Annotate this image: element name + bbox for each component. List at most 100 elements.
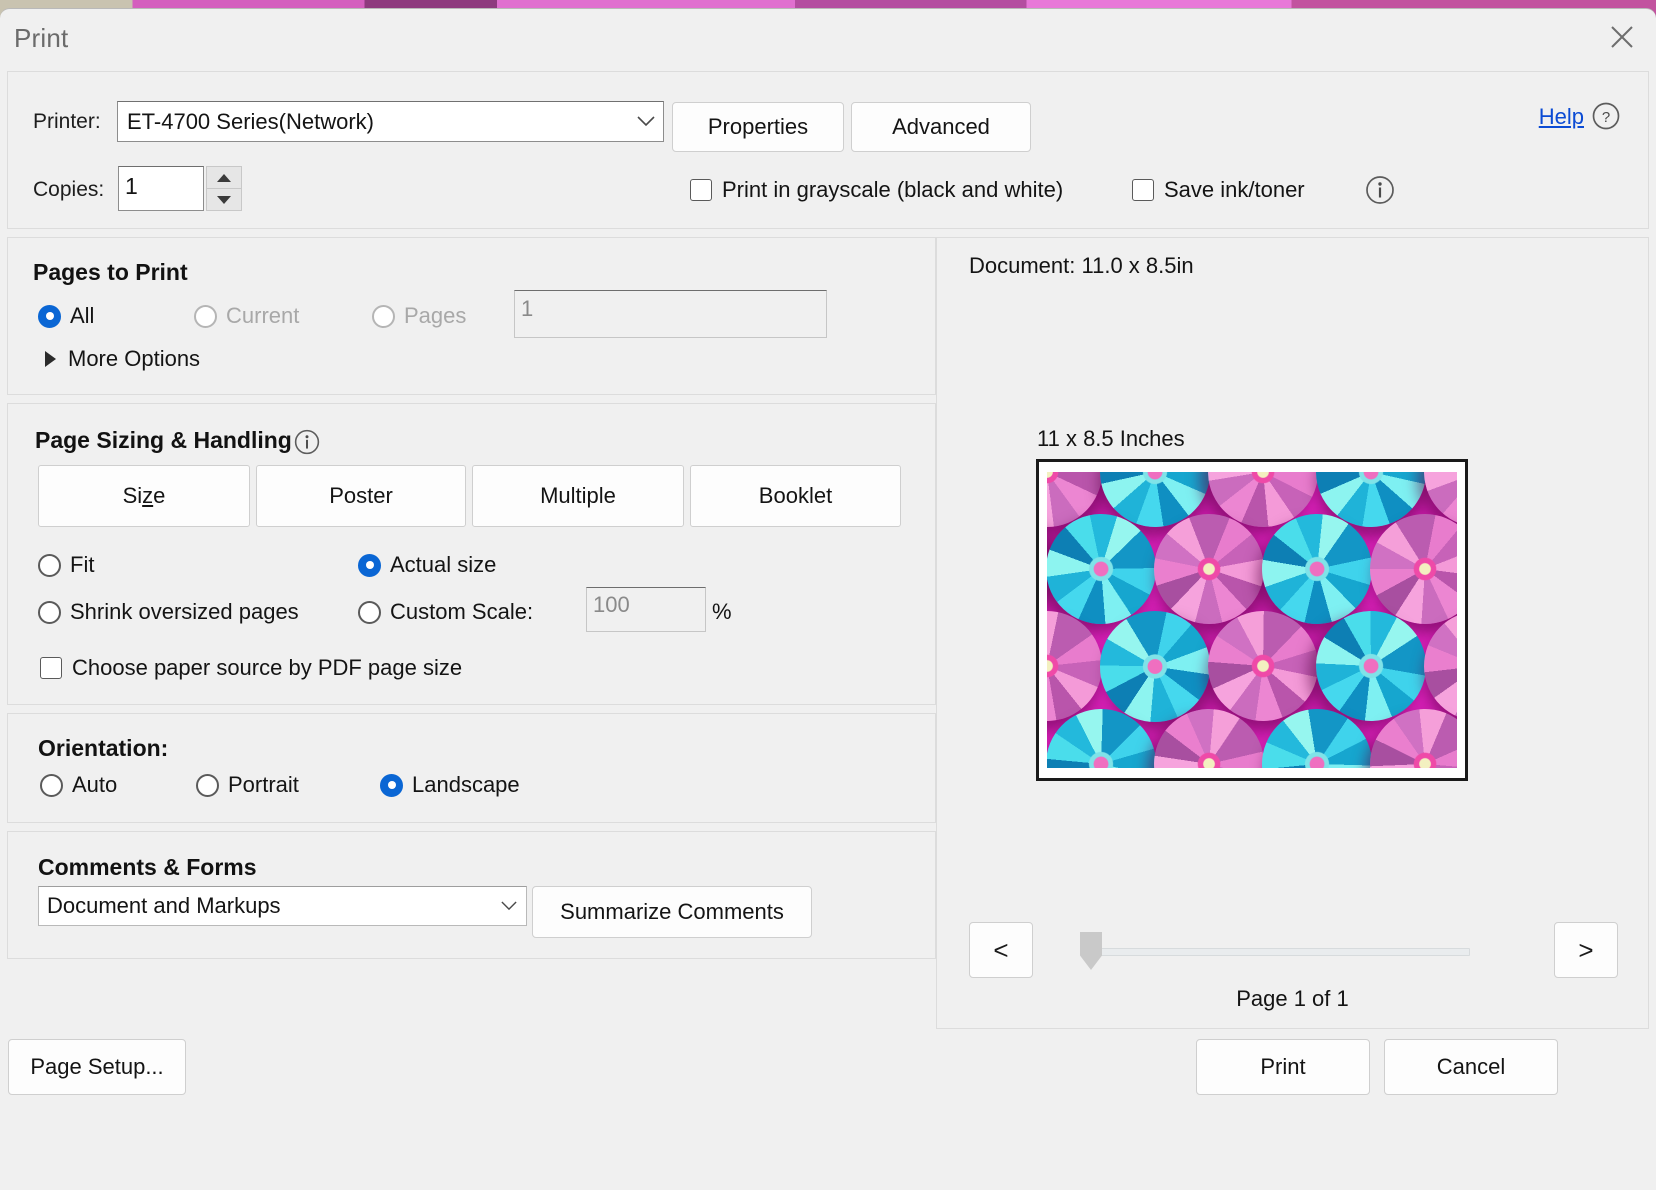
radio-fit[interactable]: Fit <box>38 552 94 578</box>
radio-orientation-landscape[interactable]: Landscape <box>380 772 520 798</box>
paper-source-label: Choose paper source by PDF page size <box>72 655 462 681</box>
poster-tab-button[interactable]: Poster <box>256 465 466 527</box>
radio-pages-all-label: All <box>70 303 94 329</box>
summarize-comments-button[interactable]: Summarize Comments <box>532 886 812 938</box>
page-indicator: Page 1 of 1 <box>937 986 1648 1012</box>
radio-custom-scale-label: Custom Scale: <box>390 599 533 625</box>
radio-auto-label: Auto <box>72 772 117 798</box>
chevron-down-icon <box>492 901 526 911</box>
grayscale-label: Print in grayscale (black and white) <box>722 177 1063 203</box>
radio-mark <box>40 774 63 797</box>
preview-paper <box>1036 459 1468 781</box>
more-options-toggle[interactable]: More Options <box>45 346 200 372</box>
more-options-label: More Options <box>68 346 200 372</box>
custom-scale-value: 100 <box>587 588 705 618</box>
triangle-down-icon[interactable] <box>206 188 242 211</box>
info-circle-icon[interactable] <box>293 428 321 461</box>
cyan-flower <box>1314 610 1428 724</box>
sheet-size-label: 11 x 8.5 Inches <box>1037 426 1185 452</box>
svg-text:?: ? <box>1602 109 1610 126</box>
preview-artwork <box>1047 472 1457 768</box>
advanced-button[interactable]: Advanced <box>851 102 1031 152</box>
page-slider[interactable] <box>1082 948 1470 956</box>
pages-to-print-title: Pages to Print <box>33 259 188 286</box>
help-link[interactable]: Help <box>1539 104 1584 130</box>
question-mark-circle-icon[interactable]: ? <box>1591 101 1621 136</box>
custom-scale-input[interactable]: 100 <box>586 587 706 632</box>
document-size-label: Document: 11.0 x 8.5in <box>969 253 1194 279</box>
cancel-button[interactable]: Cancel <box>1384 1039 1558 1095</box>
radio-mark <box>196 774 219 797</box>
chevron-right-icon[interactable]: > <box>1554 922 1618 978</box>
save-ink-label: Save ink/toner <box>1164 177 1305 203</box>
checkbox-box <box>690 179 712 201</box>
grayscale-checkbox[interactable]: Print in grayscale (black and white) <box>690 177 1063 203</box>
print-button[interactable]: Print <box>1196 1039 1370 1095</box>
orientation-panel <box>7 713 936 823</box>
printer-label: Printer: <box>33 110 101 134</box>
radio-mark <box>372 305 395 328</box>
triangle-up-icon[interactable] <box>206 166 242 188</box>
comments-forms-title: Comments & Forms <box>38 854 257 881</box>
info-circle-icon[interactable] <box>1364 174 1396 211</box>
printer-select[interactable]: ET-4700 Series(Network) <box>117 101 664 142</box>
percent-label: % <box>712 599 732 625</box>
size-tab-button[interactable]: Size <box>38 465 250 527</box>
pages-range-input[interactable]: 1 <box>514 290 827 338</box>
comments-forms-value: Document and Markups <box>39 893 492 919</box>
checkbox-box <box>40 657 62 679</box>
radio-shrink-oversized[interactable]: Shrink oversized pages <box>38 599 299 625</box>
radio-orientation-auto[interactable]: Auto <box>40 772 117 798</box>
radio-landscape-label: Landscape <box>412 772 520 798</box>
radio-pages-range-label: Pages <box>404 303 466 329</box>
booklet-tab-button[interactable]: Booklet <box>690 465 901 527</box>
radio-actual-size[interactable]: Actual size <box>358 552 496 578</box>
page-setup-button[interactable]: Page Setup... <box>8 1039 186 1095</box>
close-icon[interactable] <box>1598 15 1646 59</box>
triangle-right-icon <box>45 351 56 367</box>
previous-page-label: < <box>993 937 1008 963</box>
radio-mark <box>38 305 61 328</box>
properties-button[interactable]: Properties <box>672 102 844 152</box>
radio-mark <box>358 554 381 577</box>
slider-track[interactable] <box>1082 948 1470 956</box>
cyan-flower <box>1100 611 1210 721</box>
print-dialog: Print Printer: ET-4700 Series(Network) P… <box>0 8 1656 1190</box>
multiple-tab-button[interactable]: Multiple <box>472 465 684 527</box>
radio-orientation-portrait[interactable]: Portrait <box>196 772 299 798</box>
title-bar: Print <box>0 9 1656 65</box>
pages-range-placeholder: 1 <box>515 291 826 322</box>
save-ink-checkbox[interactable]: Save ink/toner <box>1132 177 1305 203</box>
radio-actual-size-label: Actual size <box>390 552 496 578</box>
print-preview-pane: Document: 11.0 x 8.5in 11 x 8.5 Inches <… <box>936 237 1649 1029</box>
radio-pages-range[interactable]: Pages <box>372 303 466 329</box>
radio-custom-scale[interactable]: Custom Scale: <box>358 599 533 625</box>
checkbox-box <box>1132 179 1154 201</box>
next-page-label: > <box>1578 937 1593 963</box>
radio-pages-all[interactable]: All <box>38 303 94 329</box>
radio-portrait-label: Portrait <box>228 772 299 798</box>
copies-label: Copies: <box>33 178 104 202</box>
radio-mark <box>194 305 217 328</box>
radio-mark <box>38 601 61 624</box>
radio-pages-current-label: Current <box>226 303 299 329</box>
comments-forms-select[interactable]: Document and Markups <box>38 886 527 926</box>
size-tab-label: Size <box>123 483 166 509</box>
radio-mark <box>380 774 403 797</box>
paper-source-checkbox[interactable]: Choose paper source by PDF page size <box>40 655 462 681</box>
radio-fit-label: Fit <box>70 552 94 578</box>
radio-shrink-label: Shrink oversized pages <box>70 599 299 625</box>
copies-value: 1 <box>119 167 203 200</box>
chevron-left-icon[interactable]: < <box>969 922 1033 978</box>
printer-select-value: ET-4700 Series(Network) <box>118 109 629 135</box>
dialog-title: Print <box>14 23 68 54</box>
copies-stepper[interactable] <box>206 166 242 211</box>
slider-thumb[interactable] <box>1080 932 1102 970</box>
orientation-title: Orientation: <box>38 735 168 762</box>
page-sizing-title: Page Sizing & Handling <box>35 427 292 454</box>
chevron-down-icon <box>629 116 663 127</box>
copies-input[interactable]: 1 <box>118 166 204 211</box>
radio-mark <box>358 601 381 624</box>
radio-pages-current[interactable]: Current <box>194 303 299 329</box>
radio-mark <box>38 554 61 577</box>
